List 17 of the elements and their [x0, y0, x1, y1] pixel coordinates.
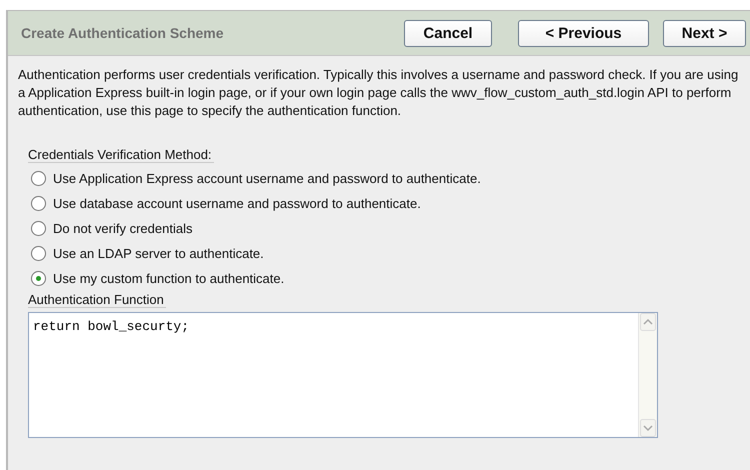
radio-option[interactable]: Use Application Express account username and password to authenticate.: [31, 166, 481, 191]
next-button[interactable]: Next >: [663, 20, 746, 46]
function-label: Authentication Function: [28, 292, 166, 308]
radio-option[interactable]: Use my custom function to authenticate.: [31, 266, 284, 291]
method-label: Credentials Verification Method:: [28, 147, 214, 163]
radio-button[interactable]: [31, 246, 46, 261]
cancel-button[interactable]: Cancel: [404, 20, 492, 46]
radio-option[interactable]: Use database account username and password to authenticate.: [31, 191, 421, 216]
radio-button[interactable]: [31, 171, 46, 186]
description-text: Authentication performs user credentials verification. Typically this involves a username and password check. If you are using a Application Express built-in login page, or if your own login page calls the wwv_flow_custom_auth_std.login API to perform authentication, use this page to specify the authentication function.: [18, 66, 740, 120]
radio-option[interactable]: Use an LDAP server to authenticate.: [31, 241, 264, 266]
radio-option[interactable]: Do not verify credentials: [31, 216, 192, 241]
radio-button[interactable]: [31, 271, 46, 286]
radio-button[interactable]: [31, 221, 46, 236]
panel-title: Create Authentication Scheme: [21, 25, 225, 41]
radio-button[interactable]: [31, 196, 46, 211]
previous-button[interactable]: < Previous: [518, 20, 649, 46]
